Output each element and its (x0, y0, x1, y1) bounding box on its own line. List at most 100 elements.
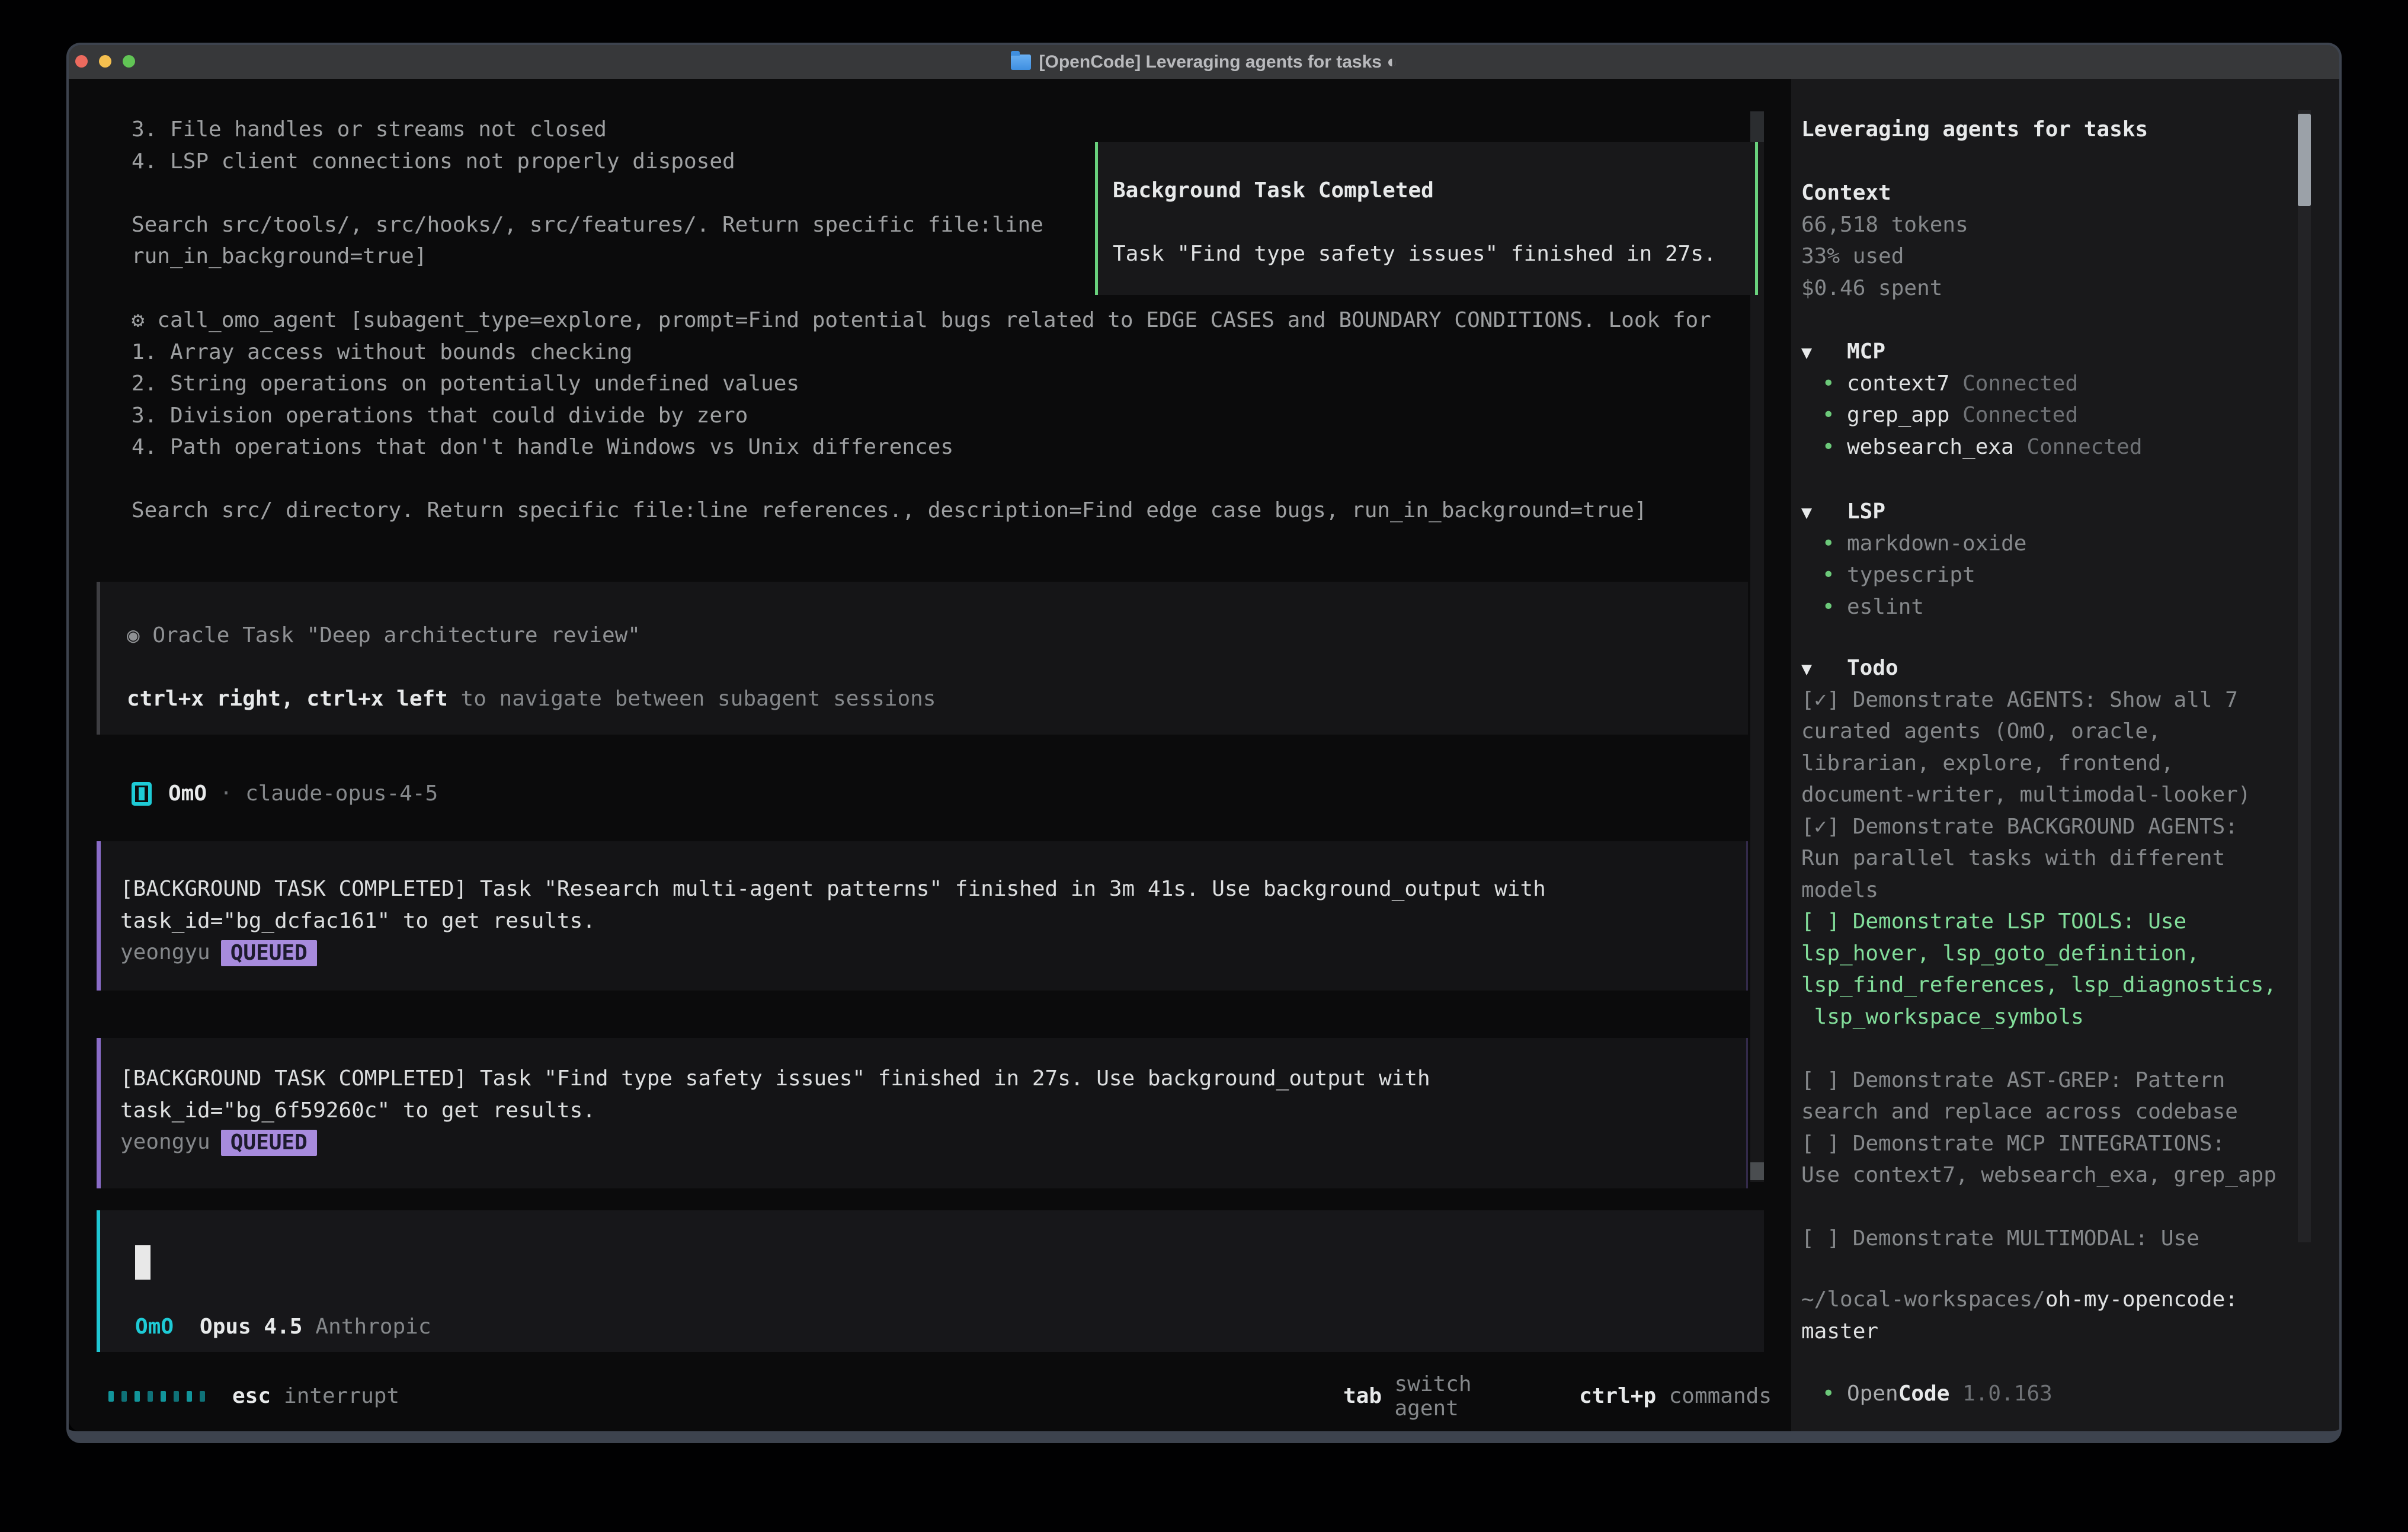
message-line: task_id="bg_6f59260c" to get results. (120, 1095, 1746, 1127)
main-scrollbar-thumb[interactable] (1750, 1162, 1764, 1180)
input-agent-name: OmO (135, 1315, 174, 1339)
gear-icon: ⚙ (132, 308, 157, 332)
input-provider: Anthropic (315, 1315, 431, 1339)
fisheye-icon: ◉ (127, 623, 152, 648)
todo-row: curated agents (OmO, oracle, (1801, 716, 2288, 748)
oracle-hint: ctrl+x right, ctrl+x left to navigate be… (127, 683, 1748, 715)
context-spent: $0.46 spent (1801, 273, 2288, 305)
mcp-item: •context7 Connected (1801, 368, 2288, 400)
message-block: [BACKGROUND TASK COMPLETED] Task "Find t… (97, 1038, 1748, 1188)
tool-call-line: Search src/ directory. Return specific f… (132, 495, 1711, 527)
todo-row: search and replace across codebase (1801, 1096, 2288, 1128)
todo-row: [ ] Demonstrate AST-GREP: Pattern (1801, 1065, 2288, 1097)
mcp-section-header[interactable]: ▼MCP (1801, 336, 2288, 368)
mcp-section: ▼MCP •context7 Connected •grep_app Conne… (1801, 336, 2288, 463)
tool-call-line: 3. Division operations that could divide… (132, 400, 1711, 432)
status-dot-icon: • (1822, 1378, 1847, 1410)
workspace-path: ~/local-workspaces/oh-my-opencode: (1801, 1284, 2288, 1316)
workspace-branch: master (1801, 1316, 2288, 1348)
blank-line (1801, 1033, 2288, 1065)
chevron-down-icon: ▼ (1801, 497, 1847, 529)
context-heading: Context (1801, 177, 2288, 209)
agent-icon (132, 782, 152, 806)
todo-row: [✓] Demonstrate BACKGROUND AGENTS: (1801, 811, 2288, 843)
blank-line (1113, 207, 1755, 239)
scrollback-line: run_in_background=true] (132, 241, 1043, 273)
lsp-item: •eslint (1801, 591, 2288, 623)
chevron-down-icon: ▼ (1801, 337, 1847, 369)
lsp-section: ▼LSP •markdown-oxide •typescript •eslint (1801, 496, 2288, 623)
mcp-item: •grep_app Connected (1801, 399, 2288, 431)
todo-section-header[interactable]: ▼Todo (1801, 652, 2288, 684)
mcp-item: •websearch_exa Connected (1801, 431, 2288, 463)
status-dot-icon: • (1822, 559, 1847, 591)
main-scrollbar-segment (1750, 111, 1764, 142)
tool-call-line: 1. Array access without bounds checking (132, 336, 1711, 368)
scrollback-line: 3. File handles or streams not closed (132, 114, 1043, 146)
tool-call-line: 2. String operations on potentially unde… (132, 368, 1711, 400)
todo-row: [ ] Demonstrate MCP INTEGRATIONS: (1801, 1128, 2288, 1160)
status-dot-icon: • (1822, 431, 1847, 463)
version-section: •OpenCode 1.0.163 (1801, 1378, 2288, 1410)
status-dot-icon: • (1822, 368, 1847, 400)
todo-row: Run parallel tasks with different (1801, 842, 2288, 874)
todo-section: ▼Todo [✓] Demonstrate AGENTS: Show all 7… (1801, 652, 2288, 1255)
agent-model: claude-opus-4-5 (245, 781, 438, 806)
scrollback-line: Search src/tools/, src/hooks/, src/featu… (132, 209, 1043, 241)
author-label: yeongyu (120, 1130, 210, 1154)
oracle-task-title: ◉ Oracle Task "Deep architecture review" (127, 620, 1748, 652)
status-dot-icon: • (1822, 528, 1847, 560)
oracle-task-box: ◉ Oracle Task "Deep architecture review"… (97, 582, 1748, 735)
esc-key-hint: esc (232, 1384, 271, 1408)
workspace-section: ~/local-workspaces/oh-my-opencode: maste… (1801, 1284, 2288, 1347)
sidebar-scrollbar[interactable] (2298, 110, 2311, 1242)
background-task-toast: Background Task Completed Task "Find typ… (1095, 142, 1758, 295)
hint-keys: ctrl+x right, ctrl+x left (127, 687, 448, 711)
tab-key-label: switch agent (1394, 1372, 1544, 1421)
spinner-dots-icon (108, 1391, 205, 1402)
context-used: 33% used (1801, 241, 2288, 273)
close-button[interactable] (75, 55, 88, 68)
window-title: [OpenCode] Leveraging agents for tasks ◐ (1039, 52, 1398, 72)
todo-row-active: lsp_workspace_symbols (1801, 1001, 2288, 1033)
agent-name: OmO (168, 781, 207, 806)
toast-body: Task "Find type safety issues" finished … (1113, 238, 1755, 270)
separator-dot: · (207, 781, 245, 806)
tool-call-block: ⚙ call_omo_agent [subagent_type=explore,… (132, 305, 1711, 527)
blank-line (1801, 1191, 2288, 1223)
input-agent-row: OmO Opus 4.5 Anthropic (135, 1315, 431, 1339)
todo-row-active: [ ] Demonstrate LSP TOOLS: Use (1801, 906, 2288, 938)
sidebar-scrollbar-thumb[interactable] (2298, 114, 2311, 206)
todo-row: librarian, explore, frontend, (1801, 748, 2288, 780)
version-row: •OpenCode 1.0.163 (1801, 1378, 2288, 1410)
todo-row-active: lsp_find_references, lsp_diagnostics, (1801, 969, 2288, 1001)
message-line: [BACKGROUND TASK COMPLETED] Task "Find t… (120, 1063, 1746, 1095)
input-model: Opus 4.5 (200, 1315, 302, 1339)
ctrlp-key-hint: ctrl+p (1579, 1384, 1656, 1408)
chevron-down-icon: ▼ (1801, 653, 1847, 685)
todo-row: models (1801, 874, 2288, 906)
message-line: task_id="bg_dcfac161" to get results. (120, 905, 1746, 937)
maximize-button[interactable] (123, 55, 135, 68)
lsp-item: •markdown-oxide (1801, 528, 2288, 560)
context-section: Context 66,518 tokens 33% used $0.46 spe… (1801, 177, 2288, 304)
text-cursor (135, 1245, 150, 1280)
lsp-section-header[interactable]: ▼LSP (1801, 496, 2288, 528)
blank-line (127, 652, 1748, 684)
tool-call-line: 4. Path operations that don't handle Win… (132, 431, 1711, 463)
status-dot-icon: • (1822, 591, 1847, 623)
statusbar-right: tab switch agent ctrl+p commands (1343, 1380, 1772, 1412)
status-badge: QUEUED (221, 1130, 317, 1156)
message-meta: yeongyu QUEUED (120, 1126, 1746, 1158)
blank-line (132, 463, 1711, 495)
minimize-button[interactable] (99, 55, 111, 68)
prompt-input[interactable]: OmO Opus 4.5 Anthropic (97, 1210, 1764, 1352)
screen: [OpenCode] Leveraging agents for tasks ◐… (0, 0, 2408, 1532)
tool-call-line: ⚙ call_omo_agent [subagent_type=explore,… (132, 305, 1711, 336)
context-tokens: 66,518 tokens (1801, 209, 2288, 241)
terminal-scrollback: 3. File handles or streams not closed 4.… (132, 114, 1043, 273)
esc-key-label: interrupt (284, 1384, 399, 1408)
todo-row: [ ] Demonstrate MULTIMODAL: Use (1801, 1223, 2288, 1255)
window-titlebar: [OpenCode] Leveraging agents for tasks ◐ (69, 45, 2339, 79)
traffic-lights (75, 55, 135, 68)
